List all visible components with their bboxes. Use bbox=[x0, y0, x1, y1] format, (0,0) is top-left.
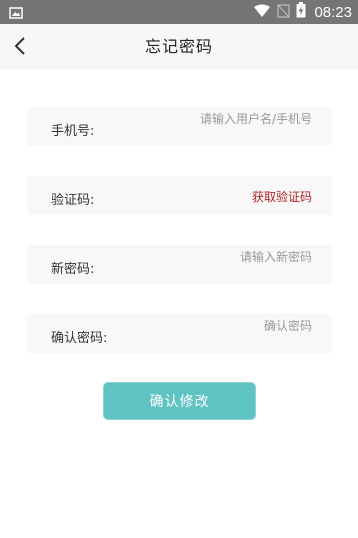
status-icons: 08:23 bbox=[253, 0, 352, 24]
page-title: 忘记密码 bbox=[144, 37, 213, 56]
code-row: 验证码: 获取验证码 bbox=[27, 176, 332, 215]
wifi-icon bbox=[253, 3, 271, 22]
get-code-button[interactable]: 获取验证码 bbox=[252, 188, 312, 205]
battery-charging-icon bbox=[296, 2, 306, 22]
confirm-password-input[interactable] bbox=[152, 319, 312, 333]
phone-row: 手机号: bbox=[27, 107, 332, 146]
new-password-row: 新密码: bbox=[27, 245, 332, 284]
new-password-input[interactable] bbox=[152, 250, 312, 264]
phone-label: 手机号: bbox=[51, 124, 95, 139]
confirm-password-row: 确认密码: bbox=[27, 314, 332, 353]
status-bar: 08:23 bbox=[0, 0, 358, 24]
code-label: 验证码: bbox=[51, 193, 95, 208]
confirm-change-button[interactable]: 确认修改 bbox=[103, 382, 256, 420]
phone-input[interactable] bbox=[152, 112, 312, 126]
image-icon bbox=[9, 5, 23, 19]
header: 忘记密码 bbox=[0, 24, 358, 69]
confirm-password-label: 确认密码: bbox=[51, 331, 108, 346]
status-time: 08:23 bbox=[314, 3, 352, 21]
new-password-label: 新密码: bbox=[51, 262, 95, 277]
no-signal-icon bbox=[277, 3, 291, 22]
